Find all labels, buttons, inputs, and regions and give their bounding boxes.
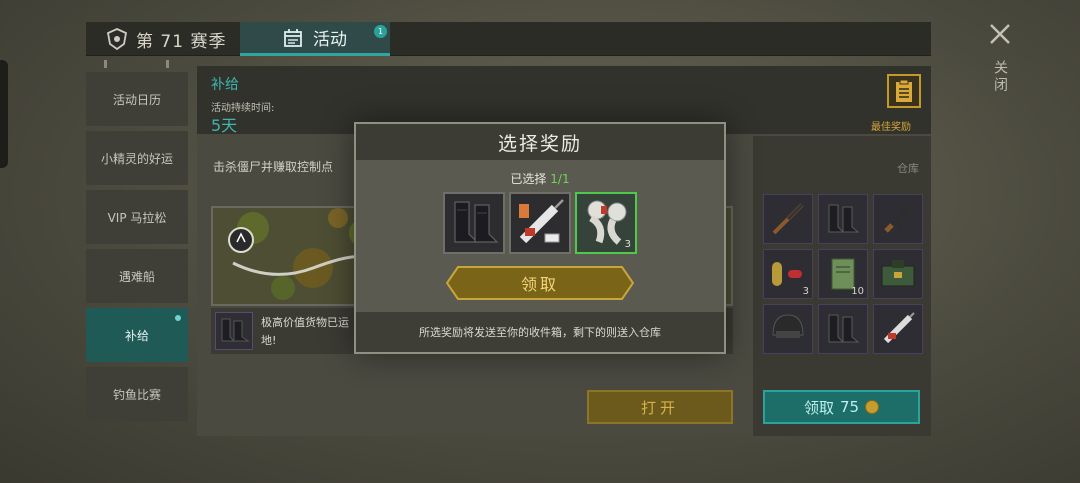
sidebar: 活动日历 小精灵的好运 VIP 马拉松 遇难船 补给 钓鱼比赛 xyxy=(86,56,188,436)
tab-season-label: 第 71 赛季 xyxy=(136,31,227,52)
sidebar-item-calendar[interactable]: 活动日历 xyxy=(86,72,188,126)
boots-icon xyxy=(828,314,860,343)
rifle-icon xyxy=(772,203,804,235)
best-reward-label: 最佳奖励 xyxy=(871,122,911,133)
close-icon[interactable] xyxy=(988,22,1012,46)
storage-slot[interactable] xyxy=(873,249,923,299)
top-tab-bar: 第 71 赛季 活动 1 xyxy=(86,22,931,56)
tab-activity[interactable]: 活动 xyxy=(240,22,390,56)
claim-cost: 75 xyxy=(839,398,860,416)
calendar-icon xyxy=(284,28,302,47)
reward-choices: 3 xyxy=(443,192,637,254)
sidebar-item-label: 遇难船 xyxy=(118,269,155,284)
new-dot-indicator xyxy=(175,315,181,321)
storage-label: 仓库 xyxy=(897,162,919,175)
sidebar-item-shipwreck[interactable]: 遇难船 xyxy=(86,249,188,303)
storage-slot[interactable] xyxy=(818,194,868,244)
tab-season[interactable]: 第 71 赛季 xyxy=(86,22,240,56)
sidebar-item-vip-marathon[interactable]: VIP 马拉松 xyxy=(86,190,188,244)
device-notch xyxy=(0,60,8,168)
supply-crate-icon xyxy=(881,260,915,287)
scroll-tick xyxy=(166,60,169,68)
syringe-icon xyxy=(519,199,564,244)
sidebar-item-label: 小精灵的好运 xyxy=(100,151,173,166)
boots-icon xyxy=(454,201,499,243)
storage-slot[interactable]: 3 xyxy=(763,249,813,299)
sidebar-item-label: 补给 xyxy=(124,328,149,343)
best-reward-button[interactable] xyxy=(887,74,921,108)
storage-slot[interactable] xyxy=(818,304,868,354)
sidebar-item-label: VIP 马拉松 xyxy=(107,210,167,225)
cargo-info-text: 极高价值货物已运 地! xyxy=(261,314,349,350)
notification-badge: 1 xyxy=(374,25,387,38)
boots-icon xyxy=(221,318,250,342)
helmet-icon xyxy=(772,314,804,338)
kill-zombies-text: 击杀僵尸并赚取控制点 xyxy=(213,160,334,174)
reward-choice-selected[interactable]: 3 xyxy=(575,192,637,254)
syringe-icon xyxy=(883,312,915,344)
open-button[interactable]: 打开 xyxy=(587,390,733,424)
slot-count: 10 xyxy=(851,286,864,297)
slot-count: 3 xyxy=(802,286,809,297)
sidebar-item-fishing[interactable]: 钓鱼比赛 xyxy=(86,367,188,421)
sidebar-item-supply[interactable]: 补给 xyxy=(86,308,188,362)
selected-prefix: 已选择 xyxy=(510,172,547,186)
duration-value: 5天 xyxy=(211,116,238,135)
storage-slot[interactable]: 10 xyxy=(818,249,868,299)
storage-grid: 3 10 xyxy=(763,194,923,354)
scroll-tick xyxy=(104,60,107,68)
dialog-title: 选择奖励 xyxy=(356,124,724,160)
selected-count: 1/1 xyxy=(550,172,570,186)
claim-storage-label: 领取 xyxy=(803,398,834,417)
reward-choice[interactable] xyxy=(443,192,505,254)
clipboard-icon xyxy=(896,79,912,102)
tab-activity-label: 活动 xyxy=(313,30,347,50)
select-reward-dialog: 选择奖励 已选择 1/1 3 领取 所选奖励将发送至你的收件箱，剩下的则送入仓库 xyxy=(354,122,726,354)
cargo-info-line: 地! xyxy=(261,334,277,347)
season-shield-icon xyxy=(106,28,128,50)
assault-rifle-icon xyxy=(882,203,914,235)
close-label: 关闭 xyxy=(992,60,1008,94)
boots-icon xyxy=(828,204,860,233)
cargo-item[interactable] xyxy=(215,312,253,350)
sidebar-item-label: 活动日历 xyxy=(112,92,161,107)
selected-count-line: 已选择 1/1 xyxy=(356,170,724,187)
sidebar-item-label: 钓鱼比赛 xyxy=(112,387,161,402)
cargo-info-line: 极高价值货物已运 xyxy=(261,316,349,329)
sidebar-item-sprite-luck[interactable]: 小精灵的好运 xyxy=(86,131,188,185)
storage-slot[interactable] xyxy=(873,194,923,244)
choice-count: 3 xyxy=(624,239,631,250)
sidebar-scroll-top xyxy=(86,56,188,72)
close-control[interactable]: 关闭 xyxy=(985,22,1015,94)
panel-title: 补给 xyxy=(211,77,239,93)
dialog-footer-note: 所选奖励将发送至你的收件箱，剩下的则送入仓库 xyxy=(356,312,724,352)
claim-reward-label: 领取 xyxy=(520,275,559,294)
storage-slot[interactable] xyxy=(763,304,813,354)
storage-slot[interactable] xyxy=(763,194,813,244)
claim-storage-button[interactable]: 领取 75 xyxy=(763,390,920,424)
reward-choice[interactable] xyxy=(509,192,571,254)
storage-slot[interactable] xyxy=(873,304,923,354)
claim-reward-button[interactable]: 领取 xyxy=(446,266,634,300)
storage-panel: 仓库 3 10 领取 75 xyxy=(753,136,931,436)
coin-icon xyxy=(865,400,880,414)
